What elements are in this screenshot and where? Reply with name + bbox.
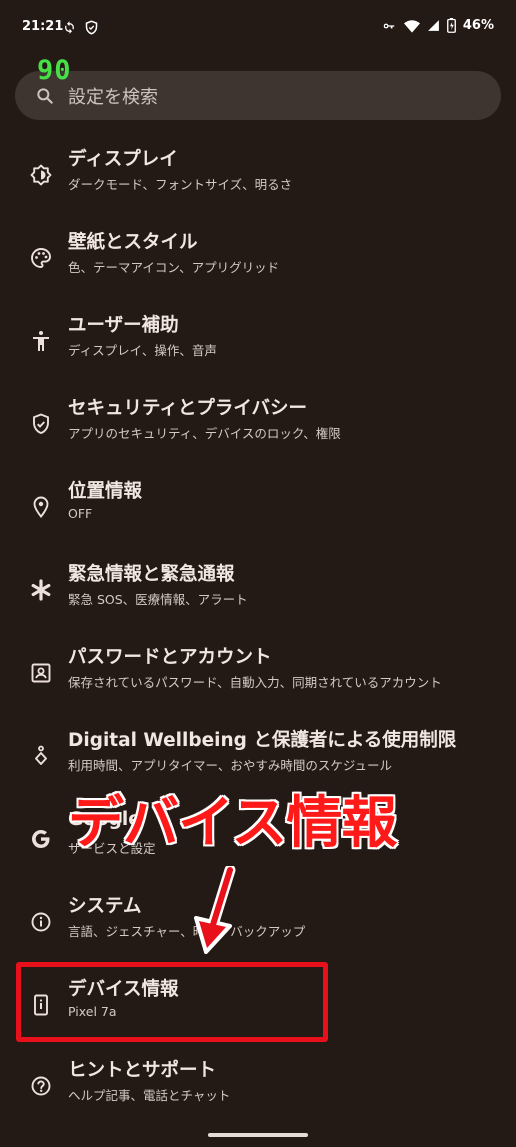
- vpn-key-icon: [383, 23, 395, 28]
- item-title: 緊急情報と緊急通報: [68, 564, 235, 585]
- settings-item-help[interactable]: ヒントとサポート ヘルプ記事、電話とチャット: [0, 1046, 516, 1126]
- item-subtitle: アプリのセキュリティ、デバイスのロック、権限: [68, 426, 341, 441]
- battery-charging-icon: [446, 18, 456, 33]
- item-title: ディスプレイ: [68, 149, 178, 170]
- search-placeholder: 設定を検索: [68, 87, 158, 108]
- settings-item-system[interactable]: システム 言語、ジェスチャー、時刻、バックアップ: [0, 882, 516, 962]
- item-title: ヒントとサポート: [68, 1060, 217, 1081]
- settings-item-accessibility[interactable]: ユーザー補助 ディスプレイ、操作、音声: [0, 301, 516, 381]
- item-subtitle: ヘルプ記事、電話とチャット: [68, 1088, 231, 1103]
- shield-check-icon: [33, 413, 49, 434]
- fps-counter: 90: [37, 55, 72, 86]
- location-pin-icon: [33, 496, 49, 518]
- cell-signal-icon: [427, 20, 439, 31]
- highlight-box: [16, 962, 328, 1042]
- item-title: ユーザー補助: [68, 315, 179, 336]
- item-title: パスワードとアカウント: [68, 647, 272, 668]
- item-title: 位置情報: [68, 481, 143, 502]
- settings-item-emergency[interactable]: 緊急情報と緊急通報 緊急 SOS、医療情報、アラート: [0, 550, 516, 630]
- shield-status-icon: [85, 20, 98, 35]
- accessibility-icon: [33, 331, 49, 351]
- help-circle-icon: [31, 1076, 51, 1096]
- annotation-arrow-icon: [194, 866, 236, 954]
- item-subtitle: 緊急 SOS、医療情報、アラート: [68, 592, 248, 607]
- status-time: 21:21: [22, 19, 64, 34]
- settings-item-display[interactable]: ディスプレイ ダークモード、フォントサイズ、明るさ: [0, 135, 516, 215]
- item-title: システム: [68, 896, 142, 917]
- google-g-icon: [32, 830, 50, 848]
- status-bar: 21:21 46%: [0, 0, 516, 56]
- gesture-nav-handle[interactable]: [208, 1133, 308, 1137]
- item-title: 壁紙とスタイル: [68, 232, 198, 253]
- wellbeing-icon: [35, 745, 47, 765]
- search-icon: [37, 88, 53, 104]
- item-title: Digital Wellbeing と保護者による使用制限: [68, 730, 457, 751]
- info-icon: [31, 912, 51, 932]
- item-subtitle: 保存されているパスワード、自動入力、同期されているアカウント: [68, 675, 442, 690]
- sync-icon: [65, 21, 74, 34]
- item-subtitle: ダークモード、フォントサイズ、明るさ: [68, 177, 293, 192]
- settings-item-wallpaper[interactable]: 壁紙とスタイル 色、テーマアイコン、アプリグリッド: [0, 218, 516, 298]
- item-subtitle: ディスプレイ、操作、音声: [68, 343, 217, 358]
- annotation-label: デバイス情報: [68, 791, 397, 856]
- battery-percent: 46%: [462, 18, 494, 33]
- palette-icon: [31, 248, 51, 268]
- settings-item-passwords[interactable]: パスワードとアカウント 保存されているパスワード、自動入力、同期されているアカウ…: [0, 633, 516, 713]
- item-subtitle: 利用時間、アプリタイマー、おやすみ時間のスケジュール: [68, 758, 393, 773]
- settings-item-location[interactable]: 位置情報 OFF: [0, 467, 516, 547]
- wifi-icon: [403, 19, 420, 33]
- item-subtitle: OFF: [68, 506, 93, 521]
- item-title: セキュリティとプライバシー: [68, 398, 308, 419]
- item-subtitle: 色、テーマアイコン、アプリグリッド: [68, 260, 280, 275]
- asterisk-icon: [31, 579, 51, 601]
- account-box-icon: [31, 663, 51, 683]
- brightness-icon: [30, 164, 52, 186]
- settings-item-security[interactable]: セキュリティとプライバシー アプリのセキュリティ、デバイスのロック、権限: [0, 384, 516, 464]
- search-bar[interactable]: 設定を検索: [15, 71, 501, 120]
